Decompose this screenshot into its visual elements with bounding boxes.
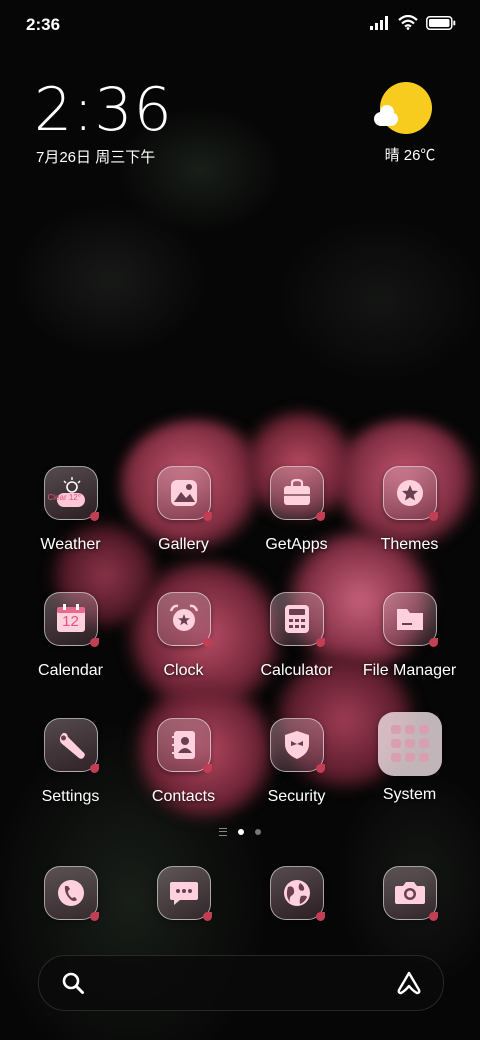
clock-widget-time[interactable]: 2:36	[34, 78, 173, 142]
calendar-icon: 12	[43, 592, 99, 647]
page-indicator[interactable]	[0, 828, 480, 836]
app-label: Settings	[41, 788, 100, 805]
weather-widget-text: 晴 26℃	[384, 147, 436, 164]
search-icon[interactable]	[61, 971, 85, 995]
alarm-clock-icon	[156, 592, 212, 647]
app-calculator[interactable]: Calculator	[240, 592, 353, 680]
assistant-icon[interactable]	[395, 970, 423, 996]
calendar-date-text: 12	[62, 613, 79, 630]
gallery-icon	[156, 466, 212, 521]
app-label: GetApps	[265, 536, 328, 553]
app-label: Gallery	[158, 536, 209, 553]
app-label: Contacts	[151, 788, 216, 805]
contacts-book-icon	[156, 718, 212, 773]
app-label: Weather	[40, 536, 101, 553]
app-contacts[interactable]: Contacts	[127, 718, 240, 806]
app-themes[interactable]: Themes	[353, 466, 466, 554]
app-label: Clock	[163, 662, 204, 679]
dock-browser[interactable]	[240, 866, 353, 921]
battery-icon	[426, 15, 456, 30]
app-gallery[interactable]: Gallery	[127, 466, 240, 554]
shield-icon	[269, 718, 325, 773]
dock-camera[interactable]	[353, 866, 466, 921]
search-bar[interactable]	[38, 955, 444, 1011]
app-settings[interactable]: Settings	[14, 718, 127, 806]
phone-icon	[43, 866, 99, 921]
app-label: System	[382, 786, 437, 803]
dock-messages[interactable]	[127, 866, 240, 921]
app-weather[interactable]: Clear 12° Weather	[14, 466, 127, 554]
camera-icon	[382, 866, 438, 921]
app-security[interactable]: Security	[240, 718, 353, 806]
app-label: File Manager	[362, 662, 457, 679]
app-getapps[interactable]: GetApps	[240, 466, 353, 554]
calculator-icon	[269, 592, 325, 647]
wrench-icon	[43, 718, 99, 773]
star-icon	[382, 466, 438, 521]
app-label: Calculator	[260, 662, 333, 679]
app-label: Themes	[380, 536, 439, 553]
folder-icon	[382, 592, 438, 647]
app-folder-icon	[377, 712, 442, 776]
app-label: Security	[267, 788, 326, 805]
app-clock[interactable]: Clock	[127, 592, 240, 680]
wifi-icon	[398, 15, 418, 30]
app-folder-system[interactable]: System	[353, 712, 466, 804]
message-icon	[156, 866, 212, 921]
page-dot	[255, 829, 261, 835]
app-calendar[interactable]: 12 Calendar	[14, 592, 127, 680]
status-bar: 2:36	[0, 0, 480, 50]
page-dot-active	[238, 829, 244, 835]
weather-icon: Clear 12°	[43, 466, 99, 521]
weather-icon-text: Clear 12°	[47, 493, 81, 502]
signal-icon	[370, 15, 388, 30]
clock-widget-date: 7月26日 周三下午	[36, 149, 156, 166]
browser-icon	[269, 866, 325, 921]
dock-phone[interactable]	[14, 866, 127, 921]
status-time: 2:36	[26, 15, 61, 34]
shopping-bag-icon	[269, 466, 325, 521]
feed-page-icon	[219, 828, 227, 836]
app-label: Calendar	[38, 662, 103, 679]
app-file-manager[interactable]: File Manager	[353, 592, 466, 680]
